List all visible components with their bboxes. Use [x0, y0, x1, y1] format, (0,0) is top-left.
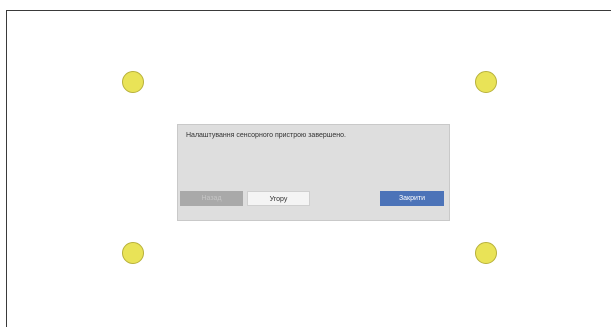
calibration-target-top-left-icon[interactable] — [122, 71, 144, 93]
calibration-screen: Налаштування сенсорного пристрою заверше… — [6, 10, 611, 327]
calibration-target-bottom-right-icon[interactable] — [475, 242, 497, 264]
calibration-target-top-right-icon[interactable] — [475, 71, 497, 93]
cancel-button[interactable]: Угору — [247, 191, 310, 206]
back-button: Назад — [180, 191, 243, 206]
dialog-message: Налаштування сенсорного пристрою заверше… — [186, 132, 346, 139]
calibration-target-bottom-left-icon[interactable] — [122, 242, 144, 264]
completion-dialog: Налаштування сенсорного пристрою заверше… — [177, 124, 450, 221]
close-button[interactable]: Закрити — [380, 191, 444, 206]
